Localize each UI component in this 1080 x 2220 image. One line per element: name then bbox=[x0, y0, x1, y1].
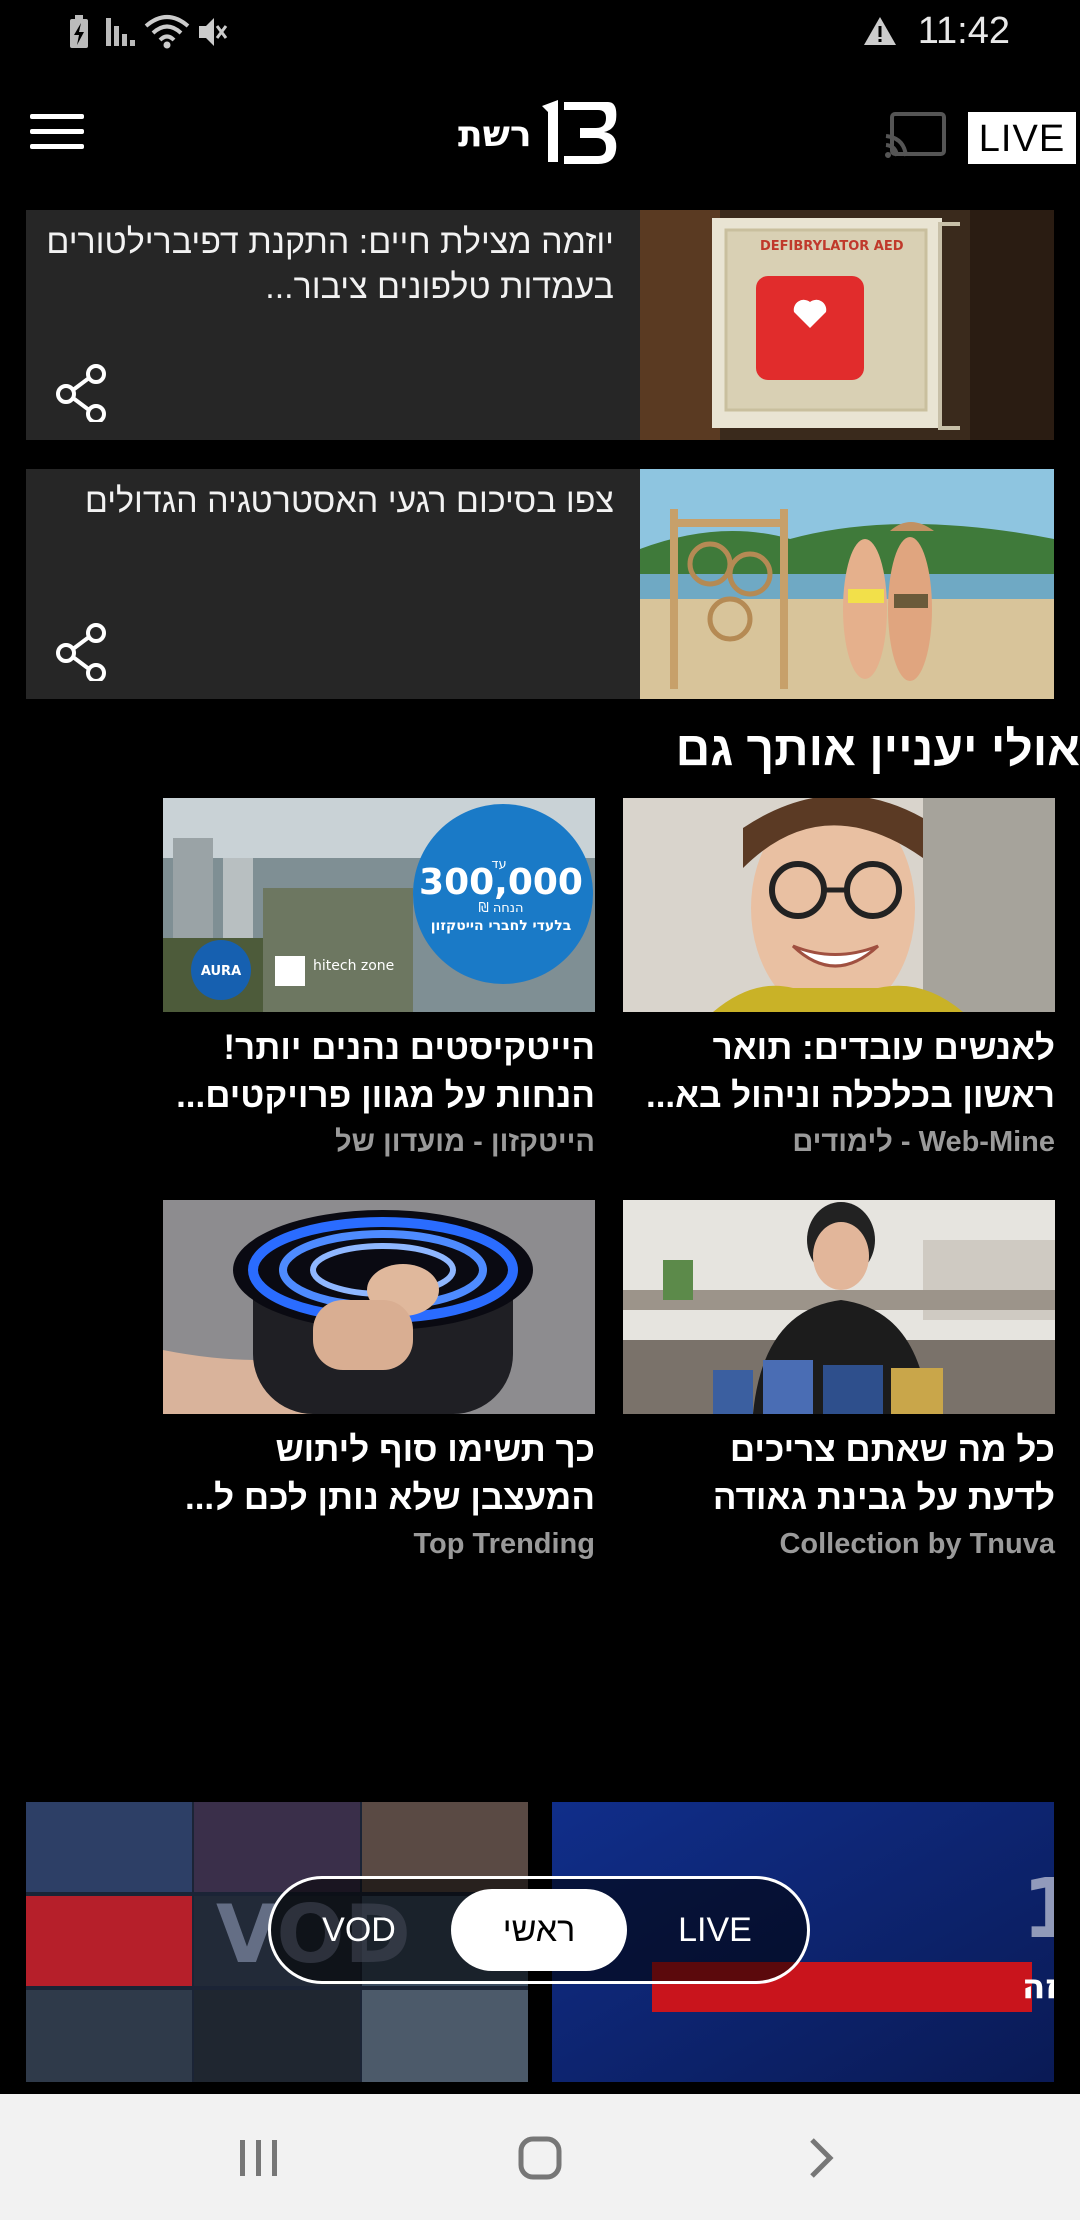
rec-image: עד 300,000 ₪ הנחה בלעדי לחברי הייטקזון A… bbox=[163, 798, 595, 1012]
rec-source: Collection by Tnuva bbox=[779, 1528, 1055, 1560]
battery-charging-icon bbox=[70, 15, 88, 48]
cheese-presenter-image bbox=[623, 1200, 1055, 1414]
tab-vod[interactable]: VOD bbox=[271, 1889, 447, 1971]
ad-caption: בלעדי לחברי הייטקזון bbox=[431, 918, 572, 934]
share-icon[interactable] bbox=[56, 364, 108, 422]
recommendation-card[interactable]: כל מה שאתם צריכים לדעת על גבינת גאודה Co… bbox=[623, 1200, 1055, 1561]
news-thumbnail: DEFIBRYLATOR AED bbox=[640, 210, 1054, 440]
beach-image bbox=[640, 469, 1054, 699]
woman-glasses-image bbox=[623, 798, 1055, 1012]
cast-icon[interactable] bbox=[884, 110, 946, 160]
rec-title-line2: המעצבן שלא נותן לכם ל... bbox=[184, 1478, 595, 1517]
status-bar: 11:42 bbox=[0, 0, 1080, 66]
thumb-label: DEFIBRYLATOR AED bbox=[760, 239, 904, 254]
section-title: אולי יעניין אותך גם bbox=[675, 723, 1080, 776]
mosquito-device-image bbox=[163, 1200, 595, 1414]
rec-title-line2: הנחות על מגוון פרויקטים... bbox=[176, 1076, 595, 1115]
share-icon[interactable] bbox=[56, 623, 108, 681]
warning-icon bbox=[864, 17, 896, 45]
rec-title-line1: לאנשים עובדים: תואר bbox=[712, 1028, 1055, 1067]
home-icon[interactable] bbox=[518, 2136, 562, 2180]
defibrillator-image: DEFIBRYLATOR AED bbox=[640, 210, 1054, 440]
rec-title-line2: לדעת על גבינת גאודה bbox=[712, 1478, 1055, 1517]
hitech-ad-image: עד 300,000 ₪ הנחה בלעדי לחברי הייטקזון A… bbox=[163, 798, 595, 1012]
recommendation-card[interactable]: עד 300,000 ₪ הנחה בלעדי לחברי הייטקזון A… bbox=[163, 798, 595, 1159]
ad-suffix: ₪ הנחה bbox=[478, 901, 523, 916]
logo-icon: רשת bbox=[458, 100, 617, 164]
live-button[interactable]: LIVE bbox=[968, 112, 1076, 164]
ad-zone: hitech zone bbox=[313, 958, 394, 974]
rec-image bbox=[163, 1200, 595, 1414]
recent-apps-icon[interactable] bbox=[236, 2138, 282, 2178]
menu-button[interactable] bbox=[30, 114, 84, 154]
rec-source: Top Trending bbox=[413, 1528, 596, 1560]
tab-main[interactable]: ראשי bbox=[451, 1889, 627, 1971]
news-card[interactable]: DEFIBRYLATOR AED יוזמה מצילת חיים: התקנת… bbox=[26, 210, 1054, 440]
rec-source: הייטקזון - מועדון של bbox=[335, 1126, 595, 1158]
status-time: 11:42 bbox=[917, 10, 1010, 52]
news-title[interactable]: צפו בסיכום רגעי האסטרטגיה הגדולים bbox=[44, 479, 614, 524]
news-title[interactable]: יוזמה מצילת חיים: התקנת דפיברילטורים בעמ… bbox=[44, 220, 614, 310]
rec-source: Web-Mine - לימודים bbox=[792, 1126, 1055, 1158]
recommendation-card[interactable]: כך תשימו סוף ליתוש המעצבן שלא נותן לכם ל… bbox=[163, 1200, 595, 1561]
news-thumbnail bbox=[640, 469, 1054, 699]
menu-icon-line bbox=[30, 144, 84, 149]
menu-icon-line bbox=[30, 129, 84, 134]
rec-image bbox=[623, 798, 1055, 1012]
rec-title-line1: כך תשימו סוף ליתוש bbox=[275, 1430, 596, 1469]
channel-banner: יחד נעבור את זה bbox=[1022, 1967, 1054, 2007]
rec-title-line1: הייטקיסטים נהנים יותר! bbox=[223, 1028, 595, 1067]
svg-text:רשת: רשת bbox=[458, 114, 532, 155]
tab-live[interactable]: LIVE bbox=[627, 1889, 803, 1971]
system-navigation-bar bbox=[0, 2094, 1080, 2220]
app-header: רשת LIVE bbox=[0, 66, 1080, 206]
news-card[interactable]: צפו בסיכום רגעי האסטרטגיה הגדולים bbox=[26, 469, 1054, 699]
back-icon[interactable] bbox=[806, 2138, 836, 2178]
channel-overlay: ערוץ 13 bbox=[1022, 1862, 1054, 1957]
rec-image bbox=[623, 1200, 1055, 1414]
ad-brand: AURA bbox=[201, 964, 241, 979]
rec-title-line2: ראשון בכלכלה וניהול בא... bbox=[645, 1076, 1055, 1115]
menu-icon bbox=[30, 114, 84, 119]
rec-title-line1: כל מה שאתם צריכים bbox=[729, 1430, 1055, 1469]
ad-amount: 300,000 bbox=[419, 862, 583, 903]
wifi-icon bbox=[144, 15, 190, 49]
section-switcher: VOD ראשי LIVE bbox=[268, 1876, 810, 1984]
mute-icon bbox=[199, 18, 228, 46]
channel-logo[interactable]: רשת bbox=[458, 96, 622, 170]
signal-icon bbox=[106, 18, 135, 46]
recommendation-card[interactable]: לאנשים עובדים: תואר ראשון בכלכלה וניהול … bbox=[623, 798, 1055, 1159]
